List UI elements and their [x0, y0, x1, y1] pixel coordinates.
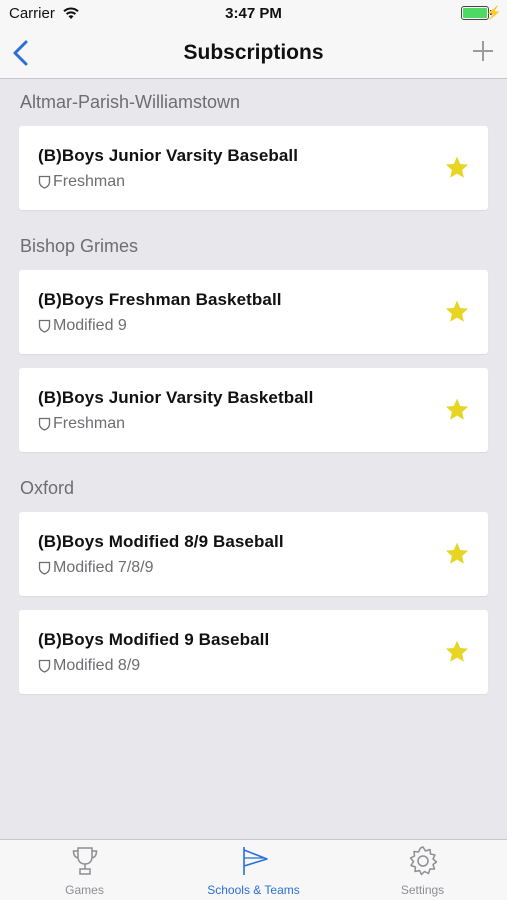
section-header-school: Altmar-Parish-Williamstown — [20, 92, 241, 112]
team-name: (B)Boys Modified 9 Baseball — [38, 630, 270, 649]
flag-icon — [242, 847, 268, 875]
star-icon[interactable] — [444, 299, 470, 325]
star-icon[interactable] — [444, 541, 470, 567]
shield-icon — [38, 659, 51, 673]
plus-icon[interactable] — [471, 39, 495, 63]
team-level: Modified 7/8/9 — [38, 559, 154, 577]
tab-schools-teams[interactable]: Schools & Teams — [169, 840, 338, 900]
charging-icon: ⚡ — [485, 5, 502, 20]
team-level-label: Modified 9 — [53, 317, 127, 334]
tab-games[interactable]: Games — [0, 840, 169, 900]
subscription-card[interactable]: (B)Boys Junior Varsity Basketball Freshm… — [19, 368, 488, 452]
star-icon[interactable] — [444, 639, 470, 665]
team-level-label: Freshman — [53, 415, 126, 432]
page-title: Subscriptions — [183, 41, 324, 64]
clock: 3:47 PM — [225, 5, 282, 22]
team-level: Modified 8/9 — [38, 657, 140, 675]
star-icon[interactable] — [444, 155, 470, 181]
tab-label: Games — [65, 883, 104, 897]
team-name: (B)Boys Junior Varsity Baseball — [38, 146, 299, 165]
navigation-bar: Subscriptions — [0, 28, 507, 79]
team-level: Modified 9 — [38, 317, 127, 335]
tab-settings[interactable]: Settings — [338, 840, 507, 900]
section-header-school: Bishop Grimes — [20, 236, 139, 256]
team-level-label: Freshman — [53, 173, 126, 190]
team-level: Freshman — [38, 415, 125, 433]
star-icon[interactable] — [444, 397, 470, 423]
team-name: (B)Boys Junior Varsity Basketball — [38, 388, 314, 407]
battery-icon — [461, 6, 489, 20]
team-level: Freshman — [38, 173, 125, 191]
shield-icon — [38, 417, 51, 431]
subscription-card[interactable]: (B)Boys Modified 8/9 Baseball Modified 7… — [19, 512, 488, 596]
tab-bar: Games Schools & Teams Settings — [0, 839, 507, 900]
gear-icon — [409, 846, 437, 876]
team-level-label: Modified 8/9 — [53, 657, 141, 674]
trophy-icon — [72, 847, 97, 875]
status-bar: Carrier 3:47 PM ⚡ — [0, 0, 507, 28]
team-name: (B)Boys Modified 8/9 Baseball — [38, 532, 284, 551]
shield-icon — [38, 561, 51, 575]
shield-icon — [38, 175, 51, 189]
team-level-label: Modified 7/8/9 — [53, 559, 154, 576]
subscription-card[interactable]: (B)Boys Junior Varsity Baseball Freshman — [19, 126, 488, 210]
tab-label: Settings — [400, 883, 445, 897]
team-name: (B)Boys Freshman Basketball — [38, 290, 282, 309]
tab-label: Schools & Teams — [207, 883, 300, 897]
subscription-card[interactable]: (B)Boys Freshman Basketball Modified 9 — [19, 270, 488, 354]
section-header-school: Oxford — [20, 478, 75, 498]
subscription-card[interactable]: (B)Boys Modified 9 Baseball Modified 8/9 — [19, 610, 488, 694]
shield-icon — [38, 319, 51, 333]
